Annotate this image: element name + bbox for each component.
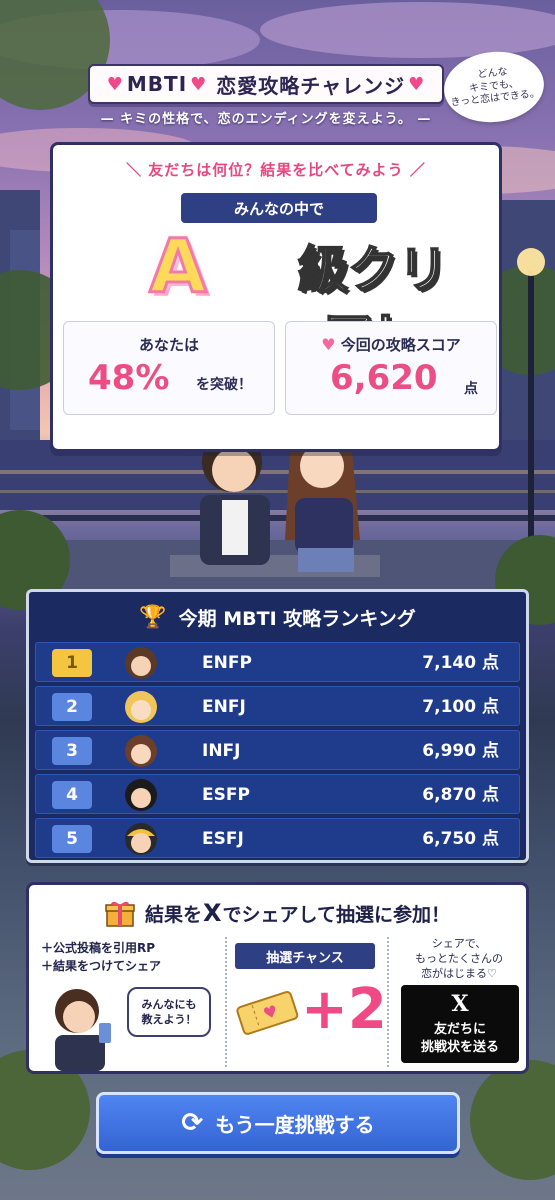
share-note: シェアで、 もっとたくさんの 恋がはじまる♡ [395,937,523,982]
rank-score: 6,870 点 [422,785,499,805]
bubble-text: どんな キミでも、 きっと恋はできる。 [450,66,541,109]
share-note-text: シェアで、 もっとたくさんの 恋がはじまる♡ [415,937,503,980]
rank-number: 4 [52,781,92,809]
ranking-title: 🏆 今期 MBTI 攻略ランキング [29,600,526,634]
title-banner: ♥ MBTI ♥ 恋愛攻略チャレンジ ♥ [88,64,444,104]
share-step-2: ＋結果をつけてシェア [41,959,162,973]
lottery-chance-label: 抽選チャンス [235,943,375,969]
percentile-label: あなたは [138,336,199,354]
share-title: 結果を X でシェアして抽選に参加！ [29,897,526,929]
share-title-pre: 結果を [145,903,203,926]
rank-score: 6,750 点 [422,829,499,849]
lottery-chance-value: +2 [301,977,387,1042]
rank-score: 7,140 点 [422,653,499,673]
avatar [125,691,157,723]
rank-number: 1 [52,649,92,677]
title-mbti: MBTI [126,72,188,96]
mbti-type: ENFJ [202,697,246,717]
rank-score: 7,100 点 [422,697,499,717]
heart-icon: ♥ [408,73,426,95]
ranking-row: 5 ESFJ 6,750 点 [35,818,520,858]
heart-icon: ♥ [106,73,124,95]
divider [225,937,227,1067]
rank-score: 6,990 点 [422,741,499,761]
refresh-icon: ⟳ [181,1108,204,1138]
share-steps: ＋公式投稿を引用RP ＋結果をつけてシェア [41,939,221,975]
share-step-1: ＋公式投稿を引用RP [41,941,156,955]
avatar [125,647,157,679]
ranking-panel: 🏆 今期 MBTI 攻略ランキング 1 ENFP 7,140 点 2 ENFJ … [26,589,529,863]
rank-number: 5 [52,825,92,853]
ranking-row: 1 ENFP 7,140 点 [35,642,520,682]
rank-number: 2 [52,693,92,721]
mbti-type: INFJ [202,741,241,761]
mbti-type: ENFP [202,653,252,673]
ranking-row: 4 ESFP 6,870 点 [35,774,520,814]
percentile-value: 48% [88,358,170,398]
share-panel: 結果を X でシェアして抽選に参加！ ＋公式投稿を引用RP ＋結果をつけてシェア… [26,882,529,1074]
retry-label: もう一度挑戦する [215,1112,375,1137]
score-label: 今回の攻略スコア [340,336,461,354]
ranking-row: 3 INFJ 6,990 点 [35,730,520,770]
heart-icon: ♥ [190,73,208,95]
avatar [125,823,157,855]
retry-button[interactable]: ⟳ もう一度挑戦する [96,1092,460,1154]
speech-bubble: みんなにも 教えよう！ [127,987,211,1037]
x-logo-icon: X [451,991,469,1018]
ranking-row: 2 ENFJ 7,100 点 [35,686,520,726]
grade-clear-text: 級クリア！ [297,240,449,366]
subtitle: — キミの性格で、恋のエンディングを変えよう。 — [100,111,432,127]
mbti-type: ESFP [202,785,250,805]
ranking-title-text: 今期 MBTI 攻略ランキング [178,607,416,630]
share-title-x: X [203,899,222,927]
share-title-post: でシェアして抽選に参加！ [222,903,450,926]
speech-text: みんなにも 教えよう！ [141,997,197,1026]
share-to-x-button[interactable]: X 友だちに 挑戦状を送る [401,985,519,1063]
title-text: 恋愛攻略チャレンジ [216,73,406,98]
compare-prompt: ＼ 友だちは何位？結果を比べてみよう ／ [126,161,426,179]
score-unit: 点 [464,381,478,397]
trophy-icon: 🏆 [139,604,167,630]
ticket-icon: ♥ [236,991,299,1035]
score-label-row: ♥ 今回の攻略スコア [286,334,496,355]
score-value: 6,620 [330,358,438,398]
grade-letter: A [148,224,208,310]
avatar [125,779,157,811]
avatar [125,735,157,767]
percentile-box: あなたは 48% を突破！ [63,321,275,415]
mbti-type: ESFJ [202,829,244,849]
among-label: みんなの中で [181,193,377,223]
heart-icon: ♥ [321,335,336,354]
result-card: ＼ 友だちは何位？結果を比べてみよう ／ みんなの中で A 級クリア！ あなたは… [50,142,502,452]
score-box: ♥ 今回の攻略スコア 6,620 点 [285,321,497,415]
gift-icon [105,901,135,927]
percentile-suffix: を突破！ [196,377,252,393]
x-button-label: 友だちに 挑戦状を送る [420,1022,499,1055]
rank-number: 3 [52,737,92,765]
boy-with-phone-illustration [55,989,111,1071]
divider [387,937,389,1067]
